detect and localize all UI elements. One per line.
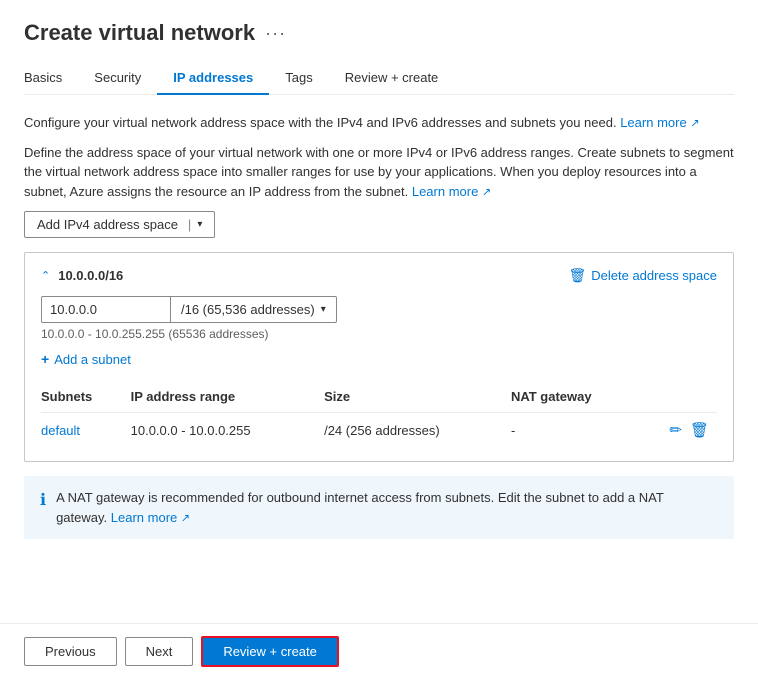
bottom-bar: Previous Next Review + create — [0, 623, 758, 679]
chevron-down-icon: ▾ — [197, 219, 202, 230]
collapse-icon[interactable]: ⌃ — [41, 269, 50, 282]
address-space-header-left: ⌃ 10.0.0.0/16 — [41, 268, 123, 283]
learn-more-link-1[interactable]: Learn more ↗ — [620, 115, 699, 130]
subnet-action-buttons: ✏ 🗑 — [645, 421, 709, 439]
ip-address-input[interactable] — [41, 296, 171, 323]
subnet-name-cell: default — [41, 413, 131, 448]
external-link-icon-1: ↗ — [690, 117, 699, 129]
tab-security[interactable]: Security — [78, 62, 157, 95]
subnet-size-cell: /24 (256 addresses) — [324, 413, 511, 448]
trash-icon: 🗑 — [568, 267, 586, 284]
subnet-default-link[interactable]: default — [41, 423, 80, 438]
previous-button[interactable]: Previous — [24, 637, 117, 666]
tab-tags[interactable]: Tags — [269, 62, 328, 95]
tab-ip-addresses[interactable]: IP addresses — [157, 62, 269, 95]
info-icon: ℹ — [40, 489, 46, 513]
col-header-subnets: Subnets — [41, 383, 131, 413]
cidr-chevron-icon: ▾ — [321, 304, 326, 315]
ip-input-row: /16 (65,536 addresses) ▾ — [41, 296, 717, 323]
col-header-ip-range: IP address range — [131, 383, 324, 413]
col-header-size: Size — [324, 383, 511, 413]
ellipsis-menu-icon[interactable]: ··· — [265, 23, 286, 44]
subnet-actions-cell: ✏ 🗑 — [645, 413, 717, 448]
page-title-row: Create virtual network ··· — [24, 20, 734, 46]
description-2: Define the address space of your virtual… — [24, 143, 734, 202]
external-link-icon-3: ↗ — [181, 512, 190, 524]
next-button[interactable]: Next — [125, 637, 194, 666]
edit-subnet-icon[interactable]: ✏ — [669, 421, 682, 439]
pipe-divider: | — [188, 217, 191, 232]
address-range-hint: 10.0.0.0 - 10.0.255.255 (65536 addresses… — [41, 327, 717, 341]
delete-address-space-link[interactable]: 🗑 Delete address space — [568, 267, 717, 284]
page-title: Create virtual network — [24, 20, 255, 46]
plus-icon: + — [41, 351, 49, 367]
info-banner: ℹ A NAT gateway is recommended for outbo… — [24, 476, 734, 539]
external-link-icon-2: ↗ — [482, 186, 491, 198]
tabs-bar: Basics Security IP addresses Tags Review… — [24, 62, 734, 95]
subnet-ip-range-cell: 10.0.0.0 - 10.0.0.255 — [131, 413, 324, 448]
table-row: default 10.0.0.0 - 10.0.0.255 /24 (256 a… — [41, 413, 717, 448]
address-space-header-row: ⌃ 10.0.0.0/16 🗑 Delete address space — [41, 267, 717, 284]
info-learn-more-link[interactable]: Learn more ↗ — [111, 510, 190, 525]
col-header-nat-gateway: NAT gateway — [511, 383, 645, 413]
learn-more-link-2[interactable]: Learn more ↗ — [412, 184, 491, 199]
add-subnet-link[interactable]: + Add a subnet — [41, 351, 131, 367]
subnets-table: Subnets IP address range Size NAT gatewa… — [41, 383, 717, 447]
add-ipv4-address-space-button[interactable]: Add IPv4 address space | ▾ — [24, 211, 215, 238]
review-create-button[interactable]: Review + create — [201, 636, 339, 667]
tab-review-create[interactable]: Review + create — [329, 62, 455, 95]
description-1: Configure your virtual network address s… — [24, 113, 734, 133]
delete-subnet-icon[interactable]: 🗑 — [690, 421, 709, 439]
address-space-box: ⌃ 10.0.0.0/16 🗑 Delete address space /16… — [24, 252, 734, 462]
subnet-nat-cell: - — [511, 413, 645, 448]
address-cidr-label: 10.0.0.0/16 — [58, 268, 123, 283]
cidr-select-button[interactable]: /16 (65,536 addresses) ▾ — [171, 296, 337, 323]
tab-basics[interactable]: Basics — [24, 62, 78, 95]
